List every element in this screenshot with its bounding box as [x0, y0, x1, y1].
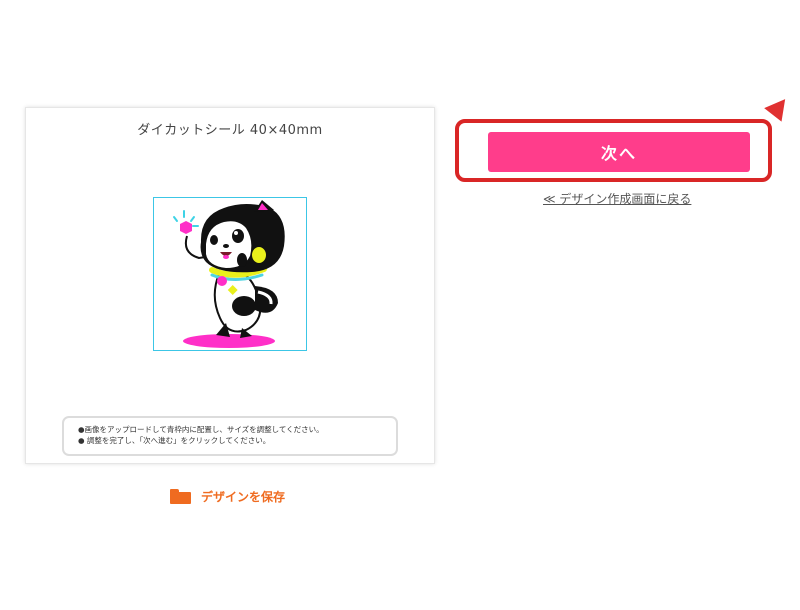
mascot-image — [173, 200, 285, 348]
next-button[interactable]: 次へ — [488, 132, 750, 172]
instruction-note: ● 調整を完了し、「次へ進む」をクリックしてください。 — [78, 436, 271, 445]
save-design-label: デザインを保存 — [201, 489, 286, 504]
save-design-button[interactable]: デザインを保存 — [170, 486, 285, 506]
sticker-canvas[interactable] — [153, 197, 307, 351]
product-title: ダイカットシール 40×40mm — [137, 123, 323, 138]
back-to-design-link[interactable]: ≪ デザイン作成画面に戻る — [543, 190, 691, 207]
design-preview-panel: ダイカットシール 40×40mm ●画像をアップロードして青枠内に配置し、サイズ… — [25, 107, 435, 464]
folder-icon — [170, 488, 191, 504]
instruction-note: ●画像をアップロードして青枠内に配置し、サイズを調整してください。 — [78, 425, 324, 434]
pointer-arrow-icon — [764, 92, 794, 122]
instruction-notes: ●画像をアップロードして青枠内に配置し、サイズを調整してください。 ● 調整を完… — [62, 416, 398, 456]
